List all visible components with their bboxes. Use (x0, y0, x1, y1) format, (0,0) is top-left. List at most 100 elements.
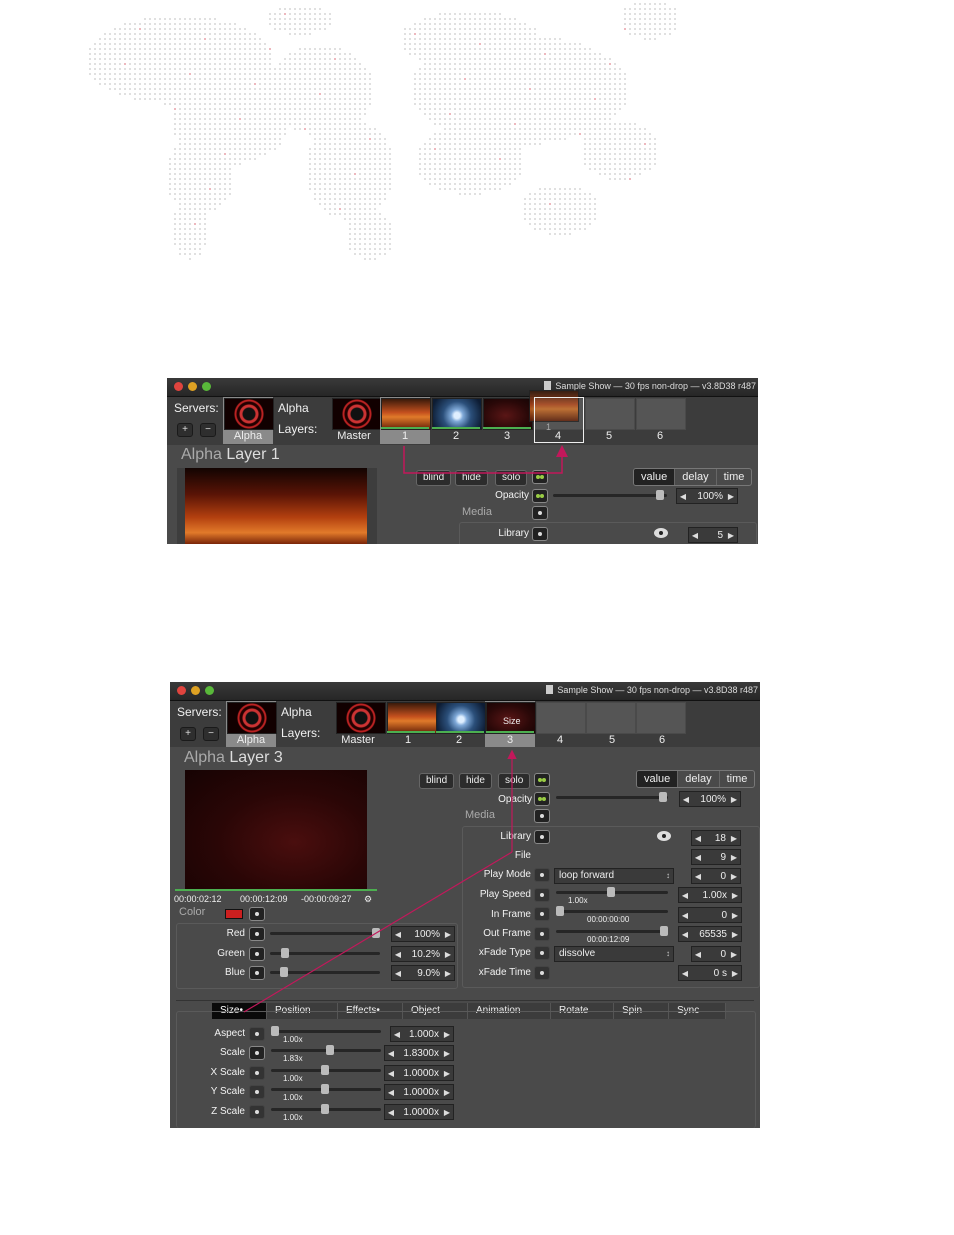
scale-slider-knob[interactable] (326, 1045, 334, 1055)
add-server-button[interactable]: + (180, 727, 196, 741)
zoom-icon[interactable] (202, 382, 211, 391)
x-scale-stepper[interactable]: ◀ 1.0000x ▶ (384, 1065, 454, 1081)
decrement-icon[interactable]: ◀ (385, 1088, 397, 1097)
layer-1-thumbnail[interactable] (381, 398, 431, 430)
aspect-stepper[interactable]: ◀ 1.000x ▶ (390, 1026, 454, 1042)
decrement-icon[interactable]: ◀ (385, 1069, 397, 1078)
red-slider-knob[interactable] (372, 928, 380, 938)
decrement-icon[interactable]: ◀ (680, 795, 692, 804)
hide-button[interactable]: hide (455, 470, 488, 486)
layer-5-thumbnail[interactable] (586, 702, 636, 734)
xfade-time-toggle[interactable] (534, 966, 550, 980)
mode-segmented-control[interactable]: value delay time (633, 468, 753, 486)
decrement-icon[interactable]: ◀ (392, 969, 404, 978)
green-slider[interactable] (270, 948, 380, 958)
opacity-slider-knob[interactable] (656, 490, 664, 500)
aspect-slider-knob[interactable] (271, 1026, 279, 1036)
opacity-slider-knob[interactable] (659, 792, 667, 802)
solo-button[interactable]: solo (495, 470, 528, 486)
master-thumbnail[interactable] (336, 702, 386, 734)
blind-button[interactable]: blind (416, 470, 452, 486)
remove-server-button[interactable]: − (203, 727, 219, 741)
mode-value[interactable]: value (634, 469, 675, 485)
decrement-icon[interactable]: ◀ (692, 853, 704, 862)
decrement-icon[interactable]: ◀ (689, 531, 701, 540)
increment-icon[interactable]: ▶ (728, 950, 740, 959)
opacity-slider[interactable] (556, 792, 668, 802)
library-stepper[interactable]: ◀ 5 ▶ (688, 527, 738, 543)
media-toggle[interactable] (532, 506, 548, 520)
increment-icon[interactable]: ▶ (441, 1088, 453, 1097)
increment-icon[interactable]: ▶ (728, 872, 740, 881)
blue-slider-knob[interactable] (280, 967, 288, 977)
decrement-icon[interactable]: ◀ (391, 1030, 403, 1039)
increment-icon[interactable]: ▶ (441, 1030, 453, 1039)
x-scale-toggle[interactable] (249, 1066, 265, 1080)
increment-icon[interactable]: ▶ (441, 1108, 453, 1117)
remove-server-button[interactable]: − (200, 423, 216, 437)
decrement-icon[interactable]: ◀ (692, 950, 704, 959)
x-scale-slider-knob[interactable] (321, 1065, 329, 1075)
layer-6-thumbnail[interactable] (636, 398, 686, 430)
play-speed-stepper[interactable]: ◀ 1.00x ▶ (678, 887, 742, 903)
mode-delay[interactable]: delay (677, 771, 718, 787)
opacity-slider[interactable] (553, 490, 667, 500)
out-frame-slider[interactable] (556, 926, 668, 936)
y-scale-toggle[interactable] (249, 1085, 265, 1099)
blue-toggle[interactable] (249, 966, 265, 980)
opacity-stepper[interactable]: ◀ 100% ▶ (679, 791, 741, 807)
solo-button[interactable]: solo (498, 773, 531, 789)
increment-icon[interactable]: ▶ (729, 969, 741, 978)
mode-time[interactable]: time (718, 771, 755, 787)
green-slider-knob[interactable] (281, 948, 289, 958)
layer-2-thumbnail[interactable] (432, 398, 482, 430)
increment-icon[interactable]: ▶ (441, 1049, 453, 1058)
master-thumbnail[interactable] (332, 398, 382, 430)
minimize-icon[interactable] (191, 686, 200, 695)
z-scale-toggle[interactable] (249, 1105, 265, 1119)
eye-icon[interactable] (657, 831, 671, 841)
layer-4-thumbnail[interactable] (536, 702, 586, 734)
layer-2-thumbnail[interactable] (436, 702, 486, 734)
decrement-icon[interactable]: ◀ (677, 492, 689, 501)
decrement-icon[interactable]: ◀ (385, 1108, 397, 1117)
increment-icon[interactable]: ▶ (441, 1069, 453, 1078)
increment-icon[interactable]: ▶ (725, 531, 737, 540)
zoom-icon[interactable] (205, 686, 214, 695)
opacity-stepper[interactable]: ◀ 100% ▶ (676, 488, 738, 504)
play-speed-toggle[interactable] (534, 888, 550, 902)
x-scale-slider[interactable] (271, 1065, 381, 1075)
hide-button[interactable]: hide (459, 773, 492, 789)
solo-toggle[interactable] (534, 773, 550, 787)
xfade-type-toggle[interactable] (534, 946, 550, 960)
opacity-toggle[interactable] (532, 489, 548, 503)
timecode-menu-icon[interactable]: ⚙ (364, 894, 372, 905)
mode-segmented-control[interactable]: value delay time (636, 770, 756, 788)
scale-toggle[interactable] (249, 1046, 265, 1060)
play-speed-slider[interactable] (556, 887, 668, 897)
in-frame-toggle[interactable] (534, 907, 550, 921)
aspect-slider[interactable] (271, 1026, 381, 1036)
out-frame-slider-knob[interactable] (660, 926, 668, 936)
add-server-button[interactable]: + (177, 423, 193, 437)
xfade-type-select[interactable]: dissolve (554, 946, 674, 962)
xfade-time-stepper[interactable]: ◀ 0 s ▶ (678, 965, 742, 981)
server-thumbnail[interactable] (227, 702, 277, 734)
color-swatch[interactable] (225, 909, 243, 919)
increment-icon[interactable]: ▶ (725, 492, 737, 501)
library-toggle[interactable] (532, 527, 548, 541)
play-mode-toggle[interactable] (534, 868, 550, 882)
increment-icon[interactable]: ▶ (442, 950, 454, 959)
increment-icon[interactable]: ▶ (728, 834, 740, 843)
solo-toggle[interactable] (532, 470, 548, 484)
y-scale-stepper[interactable]: ◀ 1.0000x ▶ (384, 1084, 454, 1100)
layer-1-thumbnail[interactable] (387, 702, 437, 734)
layer-6-thumbnail[interactable] (636, 702, 686, 734)
mode-value[interactable]: value (637, 771, 678, 787)
z-scale-stepper[interactable]: ◀ 1.0000x ▶ (384, 1104, 454, 1120)
scale-stepper[interactable]: ◀ 1.8300x ▶ (384, 1045, 454, 1061)
close-icon[interactable] (174, 382, 183, 391)
library-toggle[interactable] (534, 830, 550, 844)
file-stepper[interactable]: ◀ 9 ▶ (691, 849, 741, 865)
decrement-icon[interactable]: ◀ (385, 1049, 397, 1058)
